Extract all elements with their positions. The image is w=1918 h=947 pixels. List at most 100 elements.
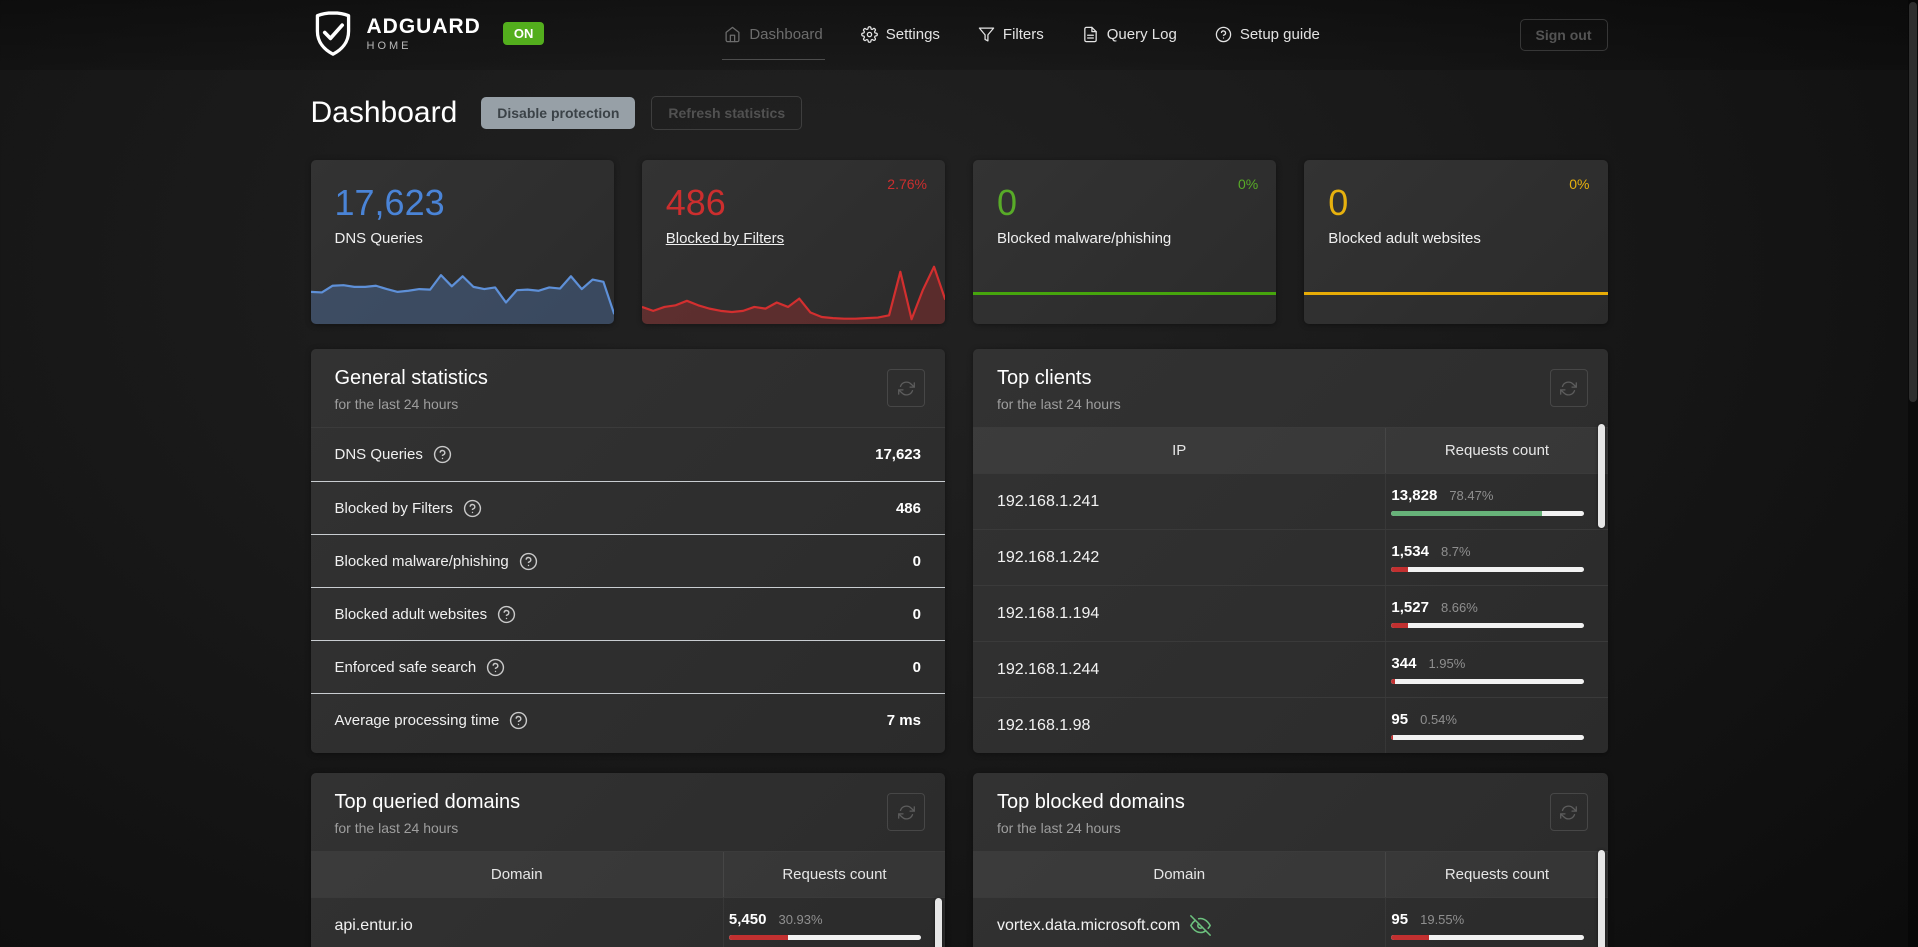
requests-percent: 19.55% (1420, 912, 1465, 927)
stat-label: Enforced safe search (334, 658, 477, 676)
dashboard-page: Dashboard Disable protection Refresh sta… (310, 96, 1608, 947)
requests-count: 344 (1391, 655, 1417, 672)
panel-title: Top clients (997, 367, 1092, 389)
nav-setup-guide[interactable]: Setup guide (1215, 26, 1320, 43)
requests-percent: 1.95% (1428, 656, 1466, 671)
requests-percent: 0.54% (1420, 712, 1457, 727)
stat-cards-row: 17,623 DNS Queries 486 Blocked by Filter… (310, 160, 1608, 324)
general-statistics-panel: General statistics for the last 24 hours… (310, 349, 946, 753)
table-header: IP Requests count (973, 428, 1608, 473)
help-icon[interactable] (497, 605, 516, 624)
sign-out-button[interactable]: Sign out (1519, 18, 1608, 51)
progress-bar (1391, 567, 1584, 572)
progress-bar (1391, 511, 1584, 516)
column-header-requests: Requests count (1385, 428, 1607, 473)
ip-label: 192.168.1.244 (997, 660, 1100, 678)
stat-value: 17,623 (875, 446, 921, 463)
progress-bar (728, 935, 921, 940)
nav-label: Query Log (1106, 26, 1177, 43)
top-nav-bar: ADGUARD HOME ON Dashboard Settings Filte… (0, 0, 1918, 70)
blocked-filters-value: 486 (665, 182, 726, 223)
stat-row: Blocked adult websites 0 (310, 587, 945, 640)
blocked-filters-link[interactable]: Blocked by Filters (666, 230, 784, 247)
help-icon[interactable] (519, 552, 538, 571)
protection-status-badge: ON (502, 22, 545, 45)
page-scrollbar[interactable] (1908, 0, 1918, 947)
help-icon[interactable] (463, 499, 482, 518)
stat-value: 7 ms (886, 711, 921, 729)
table-row: 192.168.1.194 1,527 8.66% (973, 585, 1608, 641)
requests-count: 13,828 (1391, 487, 1438, 504)
stat-row: DNS Queries 17,623 (311, 428, 946, 481)
stat-value: 486 (895, 499, 921, 517)
top-queried-domains-panel: Top queried domains for the last 24 hour… (310, 773, 945, 947)
home-icon (725, 26, 740, 43)
eye-off-icon (1190, 915, 1212, 936)
bottom-panels-row: Top queried domains for the last 24 hour… (310, 773, 1608, 947)
disable-protection-button[interactable]: Disable protection (481, 97, 636, 129)
blocked-malware-value: 0 (997, 182, 1018, 223)
domain-label: vortex.data.microsoft.com (997, 916, 1181, 934)
stat-label: Average processing time (334, 711, 500, 729)
stat-row: Blocked by Filters 486 (310, 481, 945, 534)
brand-subtitle: HOME (366, 39, 412, 52)
top-blocked-domains-panel: Top blocked domains for the last 24 hour… (973, 773, 1608, 947)
stat-value: 0 (912, 605, 921, 623)
panel-subtitle: for the last 24 hours (334, 820, 459, 836)
nav-query-log[interactable]: Query Log (1082, 26, 1177, 43)
stat-row: Blocked malware/phishing 0 (310, 534, 945, 587)
requests-count: 95 (1391, 711, 1409, 728)
panel-refresh-button[interactable] (887, 369, 925, 407)
top-blocked-table: vortex.data.microsoft.com 95 19.55% (973, 897, 1608, 947)
nav-label: Setup guide (1239, 26, 1320, 43)
help-icon[interactable] (486, 658, 505, 677)
help-circle-icon (1215, 26, 1232, 43)
scrollbar-thumb[interactable] (935, 898, 942, 947)
progress-bar (1391, 623, 1584, 628)
column-header-domain: Domain (490, 866, 543, 883)
scrollbar-thumb[interactable] (1597, 424, 1605, 528)
panel-title: General statistics (334, 367, 488, 389)
panel-title: Top blocked domains (997, 791, 1185, 813)
progress-bar (1391, 935, 1584, 940)
page-scrollbar-thumb[interactable] (1909, 2, 1917, 402)
requests-percent: 8.66% (1440, 600, 1478, 615)
panel-refresh-button[interactable] (887, 793, 925, 831)
funnel-icon (978, 27, 995, 42)
card-blocked-adult: 0 Blocked adult websites 0% (1304, 160, 1608, 324)
requests-count: 5,450 (728, 911, 767, 928)
blocked-adult-label: Blocked adult websites (1328, 230, 1481, 247)
blocked-adult-percent: 0% (1569, 176, 1590, 192)
help-icon[interactable] (433, 445, 452, 464)
table-header: Domain Requests count (310, 852, 945, 897)
nav-settings[interactable]: Settings (860, 26, 940, 43)
gear-icon (860, 26, 878, 43)
general-statistics-list: DNS Queries 17,623 Blocked by Filters 486… (310, 428, 946, 746)
column-header-requests: Requests count (722, 852, 945, 897)
refresh-icon (897, 805, 915, 819)
stat-label: Blocked by Filters (334, 499, 453, 517)
ip-label: 192.168.1.242 (997, 548, 1100, 566)
panel-refresh-button[interactable] (1549, 793, 1588, 831)
table-row: 192.168.1.241 13,828 78.47% (973, 473, 1608, 529)
dns-queries-sparkline (310, 262, 614, 324)
panel-refresh-button[interactable] (1549, 369, 1588, 407)
table-row: 192.168.1.244 344 1.95% (973, 641, 1608, 697)
stat-row: Enforced safe search 0 (310, 640, 945, 693)
scrollbar-thumb[interactable] (1597, 850, 1605, 947)
dns-queries-label: DNS Queries (334, 230, 423, 247)
requests-count: 95 (1391, 911, 1409, 928)
dns-queries-value: 17,623 (334, 182, 445, 223)
nav-filters[interactable]: Filters (978, 26, 1044, 43)
table-row: vortex.data.microsoft.com 95 19.55% (973, 897, 1608, 947)
stat-label: Blocked adult websites (334, 605, 488, 623)
nav-dashboard[interactable]: Dashboard (722, 26, 826, 60)
help-icon[interactable] (509, 711, 528, 730)
stat-value: 0 (912, 552, 921, 570)
middle-panels-row: General statistics for the last 24 hours… (310, 349, 1608, 753)
blocked-filters-percent: 2.76% (887, 176, 927, 192)
refresh-icon (1560, 381, 1577, 395)
refresh-statistics-button[interactable]: Refresh statistics (651, 96, 803, 130)
stat-label: Blocked malware/phishing (334, 552, 509, 570)
blocked-adult-value: 0 (1328, 182, 1349, 223)
